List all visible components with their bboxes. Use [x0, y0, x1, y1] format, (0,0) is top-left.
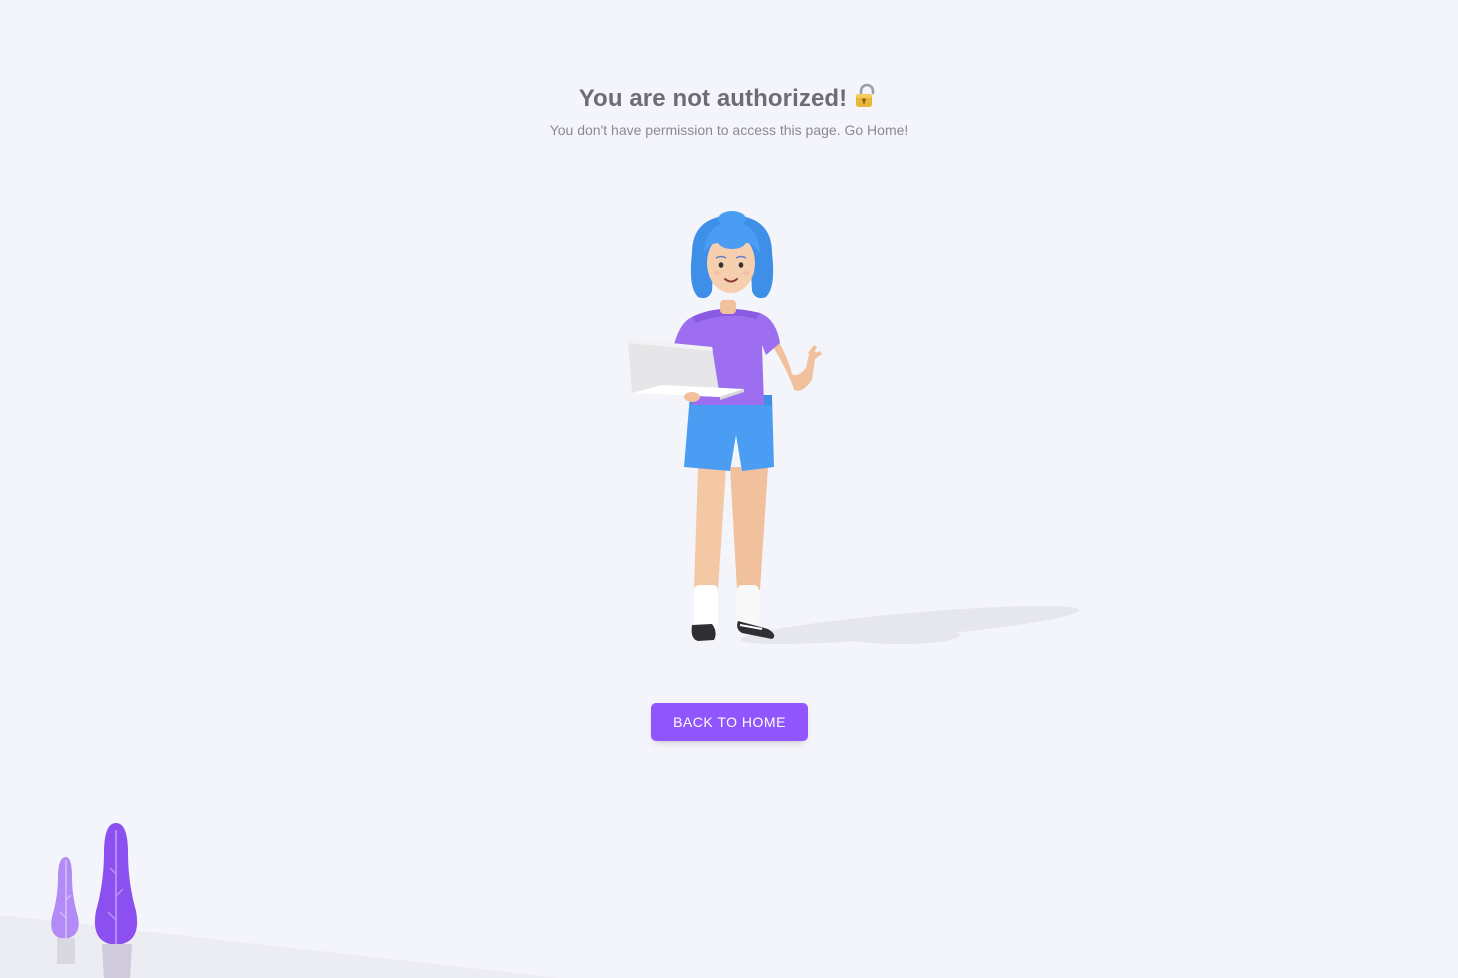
- tree-plant-decoration: [0, 823, 560, 978]
- back-to-home-button[interactable]: BACK TO HOME: [651, 703, 808, 741]
- page-title: You are not authorized!: [0, 82, 1458, 119]
- page-title-text: You are not authorized!: [578, 85, 848, 112]
- header: You are not authorized! You don't have p…: [0, 82, 1458, 139]
- girl-with-laptop-illustration: [628, 211, 1080, 645]
- not-authorized-page: You are not authorized! You don't have p…: [0, 0, 1458, 978]
- page-subtitle: You don't have permission to access this…: [549, 122, 909, 138]
- lock-icon: [853, 83, 879, 119]
